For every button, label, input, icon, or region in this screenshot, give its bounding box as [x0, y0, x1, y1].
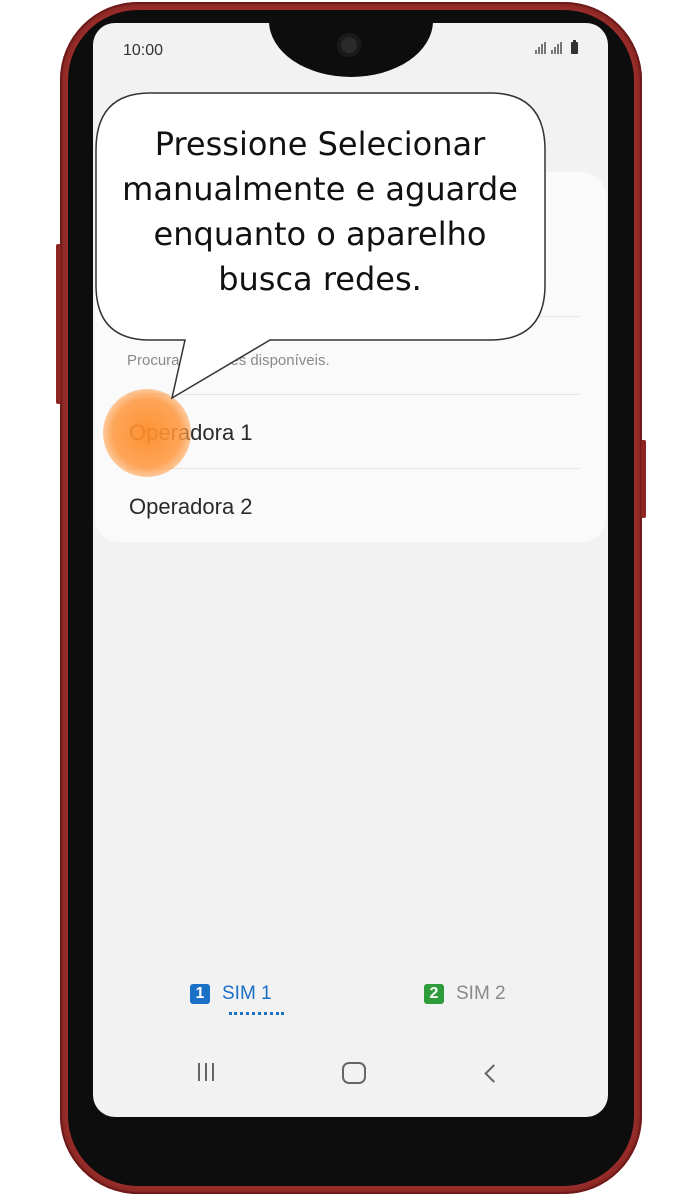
- callout-text: Pressione Selecionar manualmente e aguar…: [122, 125, 518, 298]
